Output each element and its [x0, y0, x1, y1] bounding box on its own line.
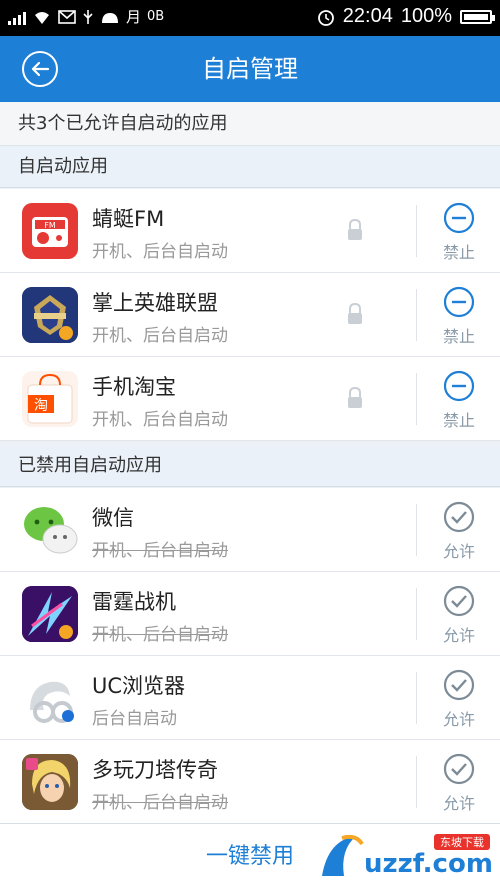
moon-status: 月 [126, 8, 142, 26]
disable-button[interactable]: 禁止 [418, 189, 500, 273]
allow-button[interactable]: 允许 [418, 656, 500, 740]
row-divider [416, 504, 417, 556]
dota-legend-icon [22, 754, 78, 810]
app-desc: 开机、后台自启动 [92, 625, 228, 645]
minus-circle-icon [443, 202, 475, 234]
wechat-app-icon [22, 502, 78, 558]
check-circle-icon [443, 669, 475, 701]
app-row-taobao: 淘 手机淘宝 开机、后台自启动 禁止 [0, 357, 500, 441]
bottom-bar: 一键禁用 uzzf.com 东坡下载 [0, 823, 500, 890]
app-name: UC浏览器 [92, 674, 186, 698]
watermark-domain: uzzf.com [364, 849, 492, 879]
disable-button[interactable]: 禁止 [418, 357, 500, 441]
row-divider [416, 205, 417, 257]
minus-circle-icon [443, 370, 475, 402]
disable-label: 禁止 [442, 411, 475, 430]
allow-label: 允许 [442, 794, 475, 813]
section-enabled-header: 自启动应用 [0, 146, 500, 188]
app-name: 多玩刀塔传奇 [92, 758, 218, 782]
row-divider [416, 756, 417, 808]
allow-label: 允许 [442, 542, 475, 561]
usb-icon [83, 9, 93, 24]
app-row-qingting: FM 蜻蜓FM 开机、后台自启动 禁止 [0, 189, 500, 273]
status-bar: 月 0B 22:04 100% [0, 0, 500, 36]
app-desc: 后台自启动 [92, 709, 177, 729]
uc-browser-icon [22, 670, 78, 726]
app-name: 掌上英雄联盟 [92, 291, 218, 315]
row-divider [416, 289, 417, 341]
summary-text: 共3个已允许自启动的应用 [0, 102, 500, 146]
allow-label: 允许 [442, 626, 475, 645]
page-title: 自启管理 [202, 55, 298, 83]
app-row-dota: 多玩刀塔传奇 开机、后台自启动 允许 [0, 740, 500, 824]
lock-icon [348, 219, 362, 240]
app-name: 蜻蜓FM [92, 207, 165, 231]
battery-percent: 100% [400, 5, 452, 27]
battery-icon [460, 9, 495, 24]
app-row-thunder: 雷霆战机 开机、后台自启动 允许 [0, 572, 500, 656]
row-divider [416, 588, 417, 640]
allow-button[interactable]: 允许 [418, 740, 500, 824]
radio-label: FM [44, 221, 56, 230]
watermark-logo: uzzf.com 东坡下载 [316, 830, 493, 884]
disable-label: 禁止 [442, 327, 475, 346]
signal-icon [8, 9, 26, 25]
status-right: 22:04 100% [317, 5, 495, 28]
app-desc: 开机、后台自启动 [92, 541, 228, 561]
check-circle-icon [443, 585, 475, 617]
section-disabled-header: 已禁用自启动应用 [0, 445, 500, 487]
taobao-label: 淘 [34, 398, 48, 414]
disable-button[interactable]: 禁止 [418, 273, 500, 357]
thunder-fighter-icon [22, 586, 78, 642]
clock: 22:04 [342, 5, 393, 27]
lol-app-icon [22, 287, 78, 343]
app-desc: 开机、后台自启动 [92, 410, 228, 430]
app-row-uc: UC浏览器 后台自启动 允许 [0, 656, 500, 740]
app-name: 手机淘宝 [92, 375, 176, 399]
app-name: 雷霆战机 [92, 590, 176, 614]
row-divider [416, 373, 417, 425]
minus-circle-icon [443, 286, 475, 318]
allow-button[interactable]: 允许 [418, 488, 500, 572]
taobao-app-icon: 淘 [22, 371, 78, 427]
allow-button[interactable]: 允许 [418, 572, 500, 656]
status-left: 月 0B [8, 6, 164, 27]
lock-icon [348, 303, 362, 324]
app-desc: 开机、后台自启动 [92, 242, 228, 262]
data-rate: 0B [147, 9, 165, 24]
qingting-fm-icon: FM [22, 203, 78, 259]
check-circle-icon [443, 501, 475, 533]
app-name: 微信 [92, 506, 134, 530]
mail-icon [58, 9, 76, 24]
app-desc: 开机、后台自启动 [92, 326, 228, 346]
check-circle-icon [443, 753, 475, 785]
app-desc: 开机、后台自启动 [92, 793, 228, 813]
watermark-tag: 东坡下载 [440, 836, 484, 849]
allow-label: 允许 [442, 710, 475, 729]
app-header: 自启管理 [0, 36, 500, 102]
app-row-wechat: 微信 开机、后台自启动 允许 [0, 488, 500, 572]
wifi-icon [35, 11, 49, 24]
android-icon [102, 12, 118, 23]
disable-label: 禁止 [442, 243, 475, 262]
alarm-icon [317, 9, 334, 26]
lock-icon [348, 387, 362, 408]
app-row-lol: 掌上英雄联盟 开机、后台自启动 禁止 [0, 273, 500, 357]
row-divider [416, 672, 417, 724]
